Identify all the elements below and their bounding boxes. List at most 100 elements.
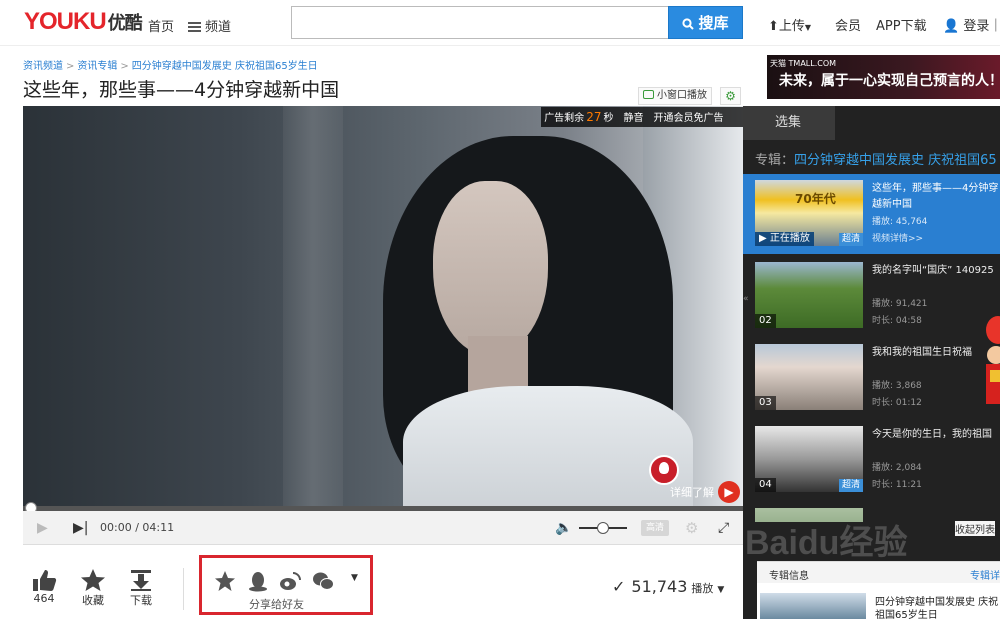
search-icon [682,18,695,30]
player-settings-button[interactable]: ⚙ [720,87,741,105]
playlist-item[interactable]: 03 我和我的祖国生日祝福 播放: 3,868 时长: 01:12 [743,338,1000,418]
download-button[interactable]: 下载 [127,568,155,608]
thumbnail-caption: 70年代 [795,192,836,206]
episode-number: 02 [755,314,776,328]
episode-duration: 时长: 04:58 [872,316,922,326]
gear-icon[interactable]: ⚙ [685,511,698,545]
album-title[interactable]: 专辑：四分钟穿越中国发展史 庆祝祖国65 [755,149,997,168]
breadcrumb-separator: > [120,61,129,72]
breadcrumb-item[interactable]: 资讯专辑 [77,61,117,72]
episode-title: 这些年，那些事——4分钟穿越新中国 [872,183,999,210]
episode-thumbnail: 02 [755,262,863,328]
nav-home-link[interactable]: 首页 [148,16,174,35]
breadcrumb-item[interactable]: 资讯频道 [23,61,63,72]
qzone-star-icon[interactable] [214,570,236,592]
album-info-item[interactable]: 四分钟穿越中国发展史 庆祝祖国65岁生日 [757,583,1000,619]
nav-channel-label: 频道 [205,20,232,35]
player-controls: ▶ ▶| 00:00 / 04:11 🔈 高清 ⚙ ⤢ [23,511,743,545]
wechat-icon[interactable] [312,570,334,592]
episode-duration: 时长: 01:12 [872,398,922,408]
episode-play-count: 播放: 45,764 [872,217,928,227]
like-count: 464 [33,592,55,605]
weibo-icon[interactable] [279,570,301,592]
play-count[interactable]: ✓ 51,743 播放 ▼ [612,577,724,596]
logo-cn-text: 优酷 [107,13,143,33]
playlist-item[interactable]: 02 我的名字叫“国庆” 140925 播放: 91,421 时长: 04:58 [743,256,1000,336]
upload-label: 上传 [778,19,805,34]
page-title: 这些年，那些事——4分钟穿越新中国 [23,79,340,101]
episode-details-link[interactable]: 视频详情>> [872,231,923,244]
episode-title: 今天是你的生日，我的祖国 [872,429,992,440]
upload-link[interactable]: ⬆上传▼ [768,15,811,34]
volume-handle[interactable] [597,522,609,534]
kfc-logo-icon [649,455,679,485]
chevron-down-icon: ▼ [804,23,812,32]
login-label: 登录｜注 [963,19,1000,34]
search-button[interactable]: 搜库 [668,6,743,39]
album-name: 四分钟穿越中国发展史 庆祝祖国65 [794,153,997,168]
share-label: 分享给好友 [249,598,304,611]
ad-countdown-value: 27 [586,110,602,124]
youku-logo[interactable]: YOUKU 优酷 [24,8,143,36]
user-icon: 👤 [943,19,960,34]
member-link[interactable]: 会员 [835,15,861,34]
quality-button[interactable]: 高清 [641,520,669,536]
arrow-right-icon[interactable]: ▶ [718,481,740,503]
timecode: 00:00 / 04:11 [100,521,175,534]
album-info-title: 四分钟穿越中国发展史 庆祝祖国65岁生日 [875,597,999,619]
mini-window-play-button[interactable]: 小窗口播放 [638,87,712,105]
play-count-value: 51,743 [631,577,688,596]
album-thumbnail [760,593,866,619]
album-prefix: 专辑： [755,153,795,168]
thumbs-up-icon [33,570,57,591]
ad-brand: 天猫 TMALL.COM [770,59,837,68]
ad-learn-more-link[interactable]: 详细了解 [670,484,714,500]
album-info-more-link[interactable]: 专辑详 [970,567,1000,582]
ad-seconds-unit: 秒 [603,113,614,124]
breadcrumb: 资讯频道 > 资讯专辑 > 四分钟穿越中国发展史 庆祝祖国65岁生日 [23,57,318,72]
vip-no-ads-link[interactable]: 开通会员免广告 [653,113,723,124]
nav-channel-link[interactable]: 频道 [188,16,231,35]
app-download-link[interactable]: APP下载 [876,15,927,34]
tmall-banner-ad[interactable]: 天猫 TMALL.COM 未来，属于一心实现自己预言的人！ [767,55,1000,99]
chevron-down-icon: ▼ [717,585,725,595]
episode-play-count: 播放: 91,421 [872,299,928,309]
hd-badge: 超清 [838,233,863,246]
favorite-button[interactable]: 收藏 [79,568,107,608]
star-icon [81,569,105,591]
episode-duration: 时长: 11:21 [872,480,922,490]
tab-episodes[interactable]: 选集 [743,106,835,140]
episode-number: 04 [755,478,776,492]
mini-play-label: 小窗口播放 [657,90,707,101]
video-frame-shirt [403,386,693,506]
video-frame-curtain [283,106,343,506]
fullscreen-icon[interactable]: ⤢ [718,511,729,545]
breadcrumb-separator: > [66,61,75,72]
collapse-list-button[interactable]: 收起列表 [955,521,995,536]
now-playing-label: 正在播放 [769,233,810,244]
album-info-header: 专辑信息 专辑详 [757,561,1000,583]
search-input[interactable] [291,6,669,39]
play-button[interactable]: ▶ [37,511,48,545]
episode-thumbnail: 03 [755,344,863,410]
divider [183,568,184,610]
playlist-item[interactable]: 04 超清 今天是你的生日，我的祖国 播放: 2,084 时长: 11:21 [743,420,1000,500]
tv-icon [643,90,654,99]
page: YOUKU优酷 首页 频道 搜库 ⬆上传▼ 会员 APP下载 👤 登录｜注 资讯… [0,0,1000,619]
next-button[interactable]: ▶| [73,511,88,545]
video-player[interactable] [23,106,743,506]
mute-ad-button[interactable]: 静音 [623,113,643,124]
volume-icon[interactable]: 🔈 [555,511,572,545]
qq-penguin-icon[interactable] [247,570,269,592]
login-link[interactable]: 👤 登录｜注 [943,15,1000,34]
episode-play-count: 播放: 3,868 [872,381,922,391]
upload-icon: ⬆ [768,19,779,34]
menu-icon [188,22,201,32]
breadcrumb-item[interactable]: 四分钟穿越中国发展史 庆祝祖国65岁生日 [132,61,318,72]
like-button[interactable]: 464 [30,568,58,605]
mascot-illustration [980,300,1000,420]
ad-countdown-bar: 广告剩余 27 秒静音 开通会员免广告 [541,107,743,127]
chevron-down-icon[interactable]: ▼ [351,573,358,583]
playlist-item-active[interactable]: 70年代 ▶ 正在播放 超清 这些年，那些事——4分钟穿越新中国 播放: 45,… [743,174,1000,254]
now-playing-badge: ▶ 正在播放 [755,232,814,246]
